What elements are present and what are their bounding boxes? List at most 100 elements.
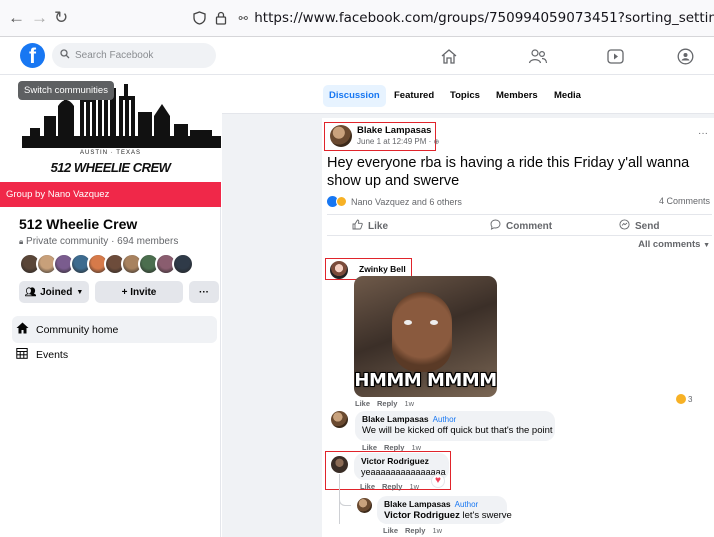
messenger-icon [619, 219, 630, 233]
switch-communities-tooltip: Switch communities [18, 81, 114, 100]
group-name[interactable]: 512 Wheelie Crew [19, 216, 137, 232]
comment-actions: Like Reply 1w [355, 399, 414, 408]
tab-topics[interactable]: Topics [450, 85, 480, 107]
search-placeholder: Search Facebook [75, 50, 154, 61]
member-avatar[interactable] [172, 253, 194, 275]
commenter-avatar[interactable] [330, 261, 348, 279]
all-comments-filter[interactable]: All comments ▼ [638, 239, 710, 250]
watch-icon[interactable] [604, 46, 626, 66]
comment-bubble: Blake Lampasas Author We will be kicked o… [355, 411, 555, 441]
tab-members[interactable]: Members [496, 85, 538, 107]
group-meta-text: Private community · 694 members [26, 236, 179, 247]
permissions-icon[interactable]: ⚯ [232, 12, 254, 25]
group-main: Discussion Featured Topics Members Media… [222, 76, 714, 537]
group-tabs: Discussion Featured Topics Members Media [222, 76, 714, 114]
comment-like-link[interactable]: Like [383, 526, 398, 535]
group-by-banner[interactable]: Group by Nano Vazquez [0, 182, 221, 207]
browser-toolbar: ← → ↻ ⚯ https://www.facebook.com/groups/… [0, 0, 714, 37]
mention-link[interactable]: Victor Rodriguez [384, 510, 460, 521]
lock-icon[interactable] [210, 11, 232, 25]
comment-like-link[interactable]: Like [360, 482, 375, 491]
home-icon [16, 322, 36, 337]
sidebar-item-community-home[interactable]: Community home [12, 316, 217, 343]
comment-like-link[interactable]: Like [355, 399, 370, 408]
comment-author-name[interactable]: Zwinky Bell [359, 264, 406, 274]
reaction-names: Nano Vazquez and 6 others [351, 196, 462, 207]
comment-reply-link[interactable]: Reply [382, 482, 402, 491]
tab-media[interactable]: Media [554, 85, 581, 107]
comment-bubble: Blake Lampasas Author Victor Rodriguez le… [377, 496, 512, 524]
comment-actions: Like Reply 1w [383, 526, 442, 535]
facebook-header: f Search Facebook [0, 38, 714, 75]
forward-icon[interactable]: → [31, 5, 48, 31]
post-action-bar: Like Comment Send [327, 214, 712, 236]
friends-icon[interactable] [527, 46, 549, 66]
address-bar[interactable]: ⚯ https://www.facebook.com/groups/750994… [188, 10, 714, 26]
calendar-icon [16, 347, 36, 362]
comment-author-name[interactable]: Victor Rodriguez [361, 456, 442, 466]
facebook-logo-icon[interactable]: f [20, 43, 45, 68]
back-icon[interactable]: ← [8, 5, 25, 31]
comment-age[interactable]: 1w [409, 482, 419, 491]
comments-count[interactable]: 4 Comments [659, 196, 710, 206]
member-avatars[interactable] [19, 253, 194, 277]
post-author-name[interactable]: Blake Lampasas [357, 125, 431, 136]
reaction-summary[interactable]: Nano Vazquez and 6 others [327, 196, 462, 207]
comment-actions: Like Reply 1w [360, 482, 419, 491]
joined-button[interactable]: 👥︎ Joined ▼ [19, 281, 89, 303]
comment-icon [490, 219, 501, 233]
groups-icon[interactable] [674, 46, 696, 66]
post-more-button[interactable]: ··· [698, 128, 708, 139]
comment-author-name[interactable]: Blake Lampasas Author [362, 414, 548, 424]
tab-featured[interactable]: Featured [394, 85, 434, 107]
gif-caption: HMMM MMMM [354, 370, 497, 391]
comment-reply-link[interactable]: Reply [405, 526, 425, 535]
search-input[interactable]: Search Facebook [52, 43, 216, 68]
reload-icon[interactable]: ↻ [54, 5, 68, 31]
more-options-button[interactable]: ··· [189, 281, 219, 303]
like-label: Like [368, 220, 389, 232]
haha-reaction-icon [336, 196, 347, 207]
all-comments-label: All comments [638, 239, 701, 250]
post-time-text: June 1 at 12:49 PM · [357, 137, 434, 146]
send-button[interactable]: Send [619, 215, 659, 237]
search-icon [60, 49, 70, 62]
cover-subtitle: AUSTIN · TEXAS [80, 150, 141, 156]
sidebar-item-events[interactable]: Events [12, 341, 217, 368]
post-body: Hey everyone rba is having a ride this F… [327, 155, 690, 189]
comment-text: yeaaaaaaaaaaaaaaa [361, 467, 446, 477]
cover-brand: 512 WHEELIE CREW [50, 160, 171, 175]
thumbs-up-icon [352, 219, 363, 233]
love-reaction-icon[interactable]: ♥ [431, 474, 445, 488]
comment-author-name[interactable]: Blake Lampasas Author [384, 499, 500, 509]
shield-icon[interactable] [188, 11, 210, 25]
sidebar-item-label: Events [36, 348, 69, 361]
comment-label: Comment [506, 220, 553, 232]
author-badge: Author [454, 500, 479, 509]
comment-text: We will be kicked off quick but that's t… [362, 425, 553, 436]
url-text[interactable]: https://www.facebook.com/groups/75099405… [254, 10, 714, 26]
tab-discussion[interactable]: Discussion [323, 85, 386, 107]
like-button[interactable]: Like [352, 215, 388, 237]
privacy-icon: ⊕ [433, 139, 440, 146]
commenter-avatar[interactable] [357, 498, 372, 513]
home-icon[interactable] [438, 46, 460, 66]
lock-icon: 🔒︎ [19, 237, 24, 246]
group-sidebar: AUSTIN · TEXAS 512 WHEELIE CREW Switch c… [0, 76, 221, 537]
caret-down-icon: ▼ [703, 242, 710, 249]
reaction-count: 3 [688, 394, 693, 404]
caret-down-icon: ▼ [76, 288, 84, 296]
post-card: Blake Lampasas June 1 at 12:49 PM · ⊕ ··… [322, 118, 714, 537]
comment-age[interactable]: 1w [432, 526, 442, 535]
comment-age[interactable]: 1w [404, 399, 414, 408]
comment-reaction-badge[interactable]: 3 [676, 394, 692, 404]
commenter-avatar[interactable] [331, 456, 348, 473]
author-avatar[interactable] [330, 125, 352, 147]
invite-button[interactable]: + Invite [95, 281, 183, 303]
gif-attachment[interactable]: HMMM MMMM [354, 276, 497, 397]
comment-reply-link[interactable]: Reply [377, 399, 397, 408]
post-timestamp[interactable]: June 1 at 12:49 PM · ⊕ [357, 137, 439, 146]
commenter-avatar[interactable] [331, 411, 348, 428]
comment-button[interactable]: Comment [490, 215, 552, 237]
author-badge: Author [432, 415, 457, 424]
